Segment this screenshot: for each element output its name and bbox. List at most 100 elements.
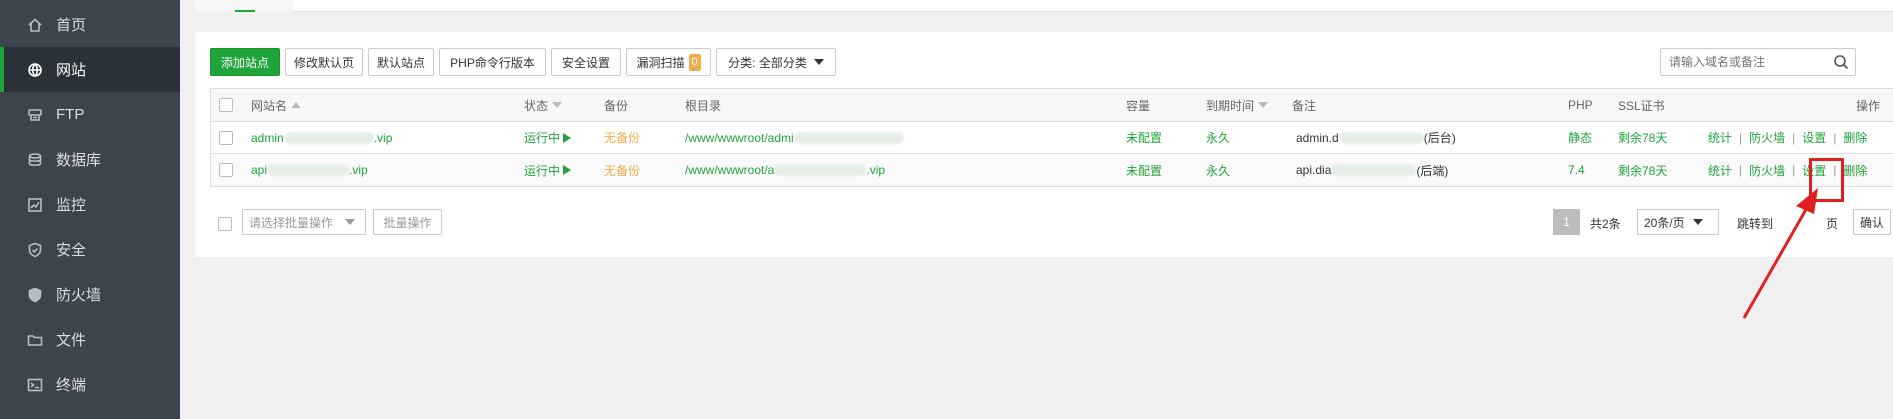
vuln-scan-button[interactable]: 漏洞扫描 0 [626, 48, 711, 76]
sidebar-item-terminal[interactable]: 终端 [0, 362, 180, 407]
site-name-prefix: api [251, 163, 268, 177]
play-icon [563, 132, 572, 143]
delete-link[interactable]: 删除 [1843, 129, 1867, 146]
header-note: 备注 [1292, 98, 1317, 113]
page-size-select[interactable]: 20条/页 [1637, 209, 1719, 235]
action-separator: | [1833, 130, 1837, 145]
php-version-link[interactable]: 静态 [1568, 122, 1592, 153]
sort-down-icon [1258, 102, 1269, 108]
firewall-link[interactable]: 防火墙 [1749, 162, 1785, 179]
sidebar-item-label: 数据库 [56, 152, 102, 169]
batch-operation-select[interactable]: 请选择批量操作 [242, 209, 366, 235]
action-separator: | [1739, 130, 1743, 145]
expire-link[interactable]: 永久 [1206, 122, 1230, 153]
header-ssl: SSL证书 [1618, 98, 1665, 113]
add-site-button[interactable]: 添加站点 [210, 48, 280, 76]
expire-link[interactable]: 永久 [1206, 154, 1230, 186]
firewall-icon [26, 286, 44, 304]
footer-select-all-checkbox[interactable] [218, 217, 232, 231]
sidebar-item-label: 防火墙 [56, 287, 102, 304]
status-toggle[interactable]: 运行中 [524, 122, 572, 153]
total-count: 共2条 [1590, 217, 1621, 231]
ftp-icon [26, 106, 44, 124]
php-version-link[interactable]: 7.4 [1568, 154, 1585, 186]
ssl-link[interactable]: 剩余78天 [1618, 154, 1667, 186]
edit-default-page-button[interactable]: 修改默认页 [285, 48, 363, 76]
sidebar-item-monitor[interactable]: 监控 [0, 182, 180, 227]
status-toggle[interactable]: 运行中 [524, 154, 572, 186]
header-status[interactable]: 状态 [524, 89, 563, 121]
backup-link[interactable]: 无备份 [604, 154, 640, 186]
root-path-suffix: .vip [866, 163, 886, 177]
shield-icon [26, 241, 44, 259]
header-name[interactable]: 网站名 [251, 89, 302, 121]
security-settings-button[interactable]: 安全设置 [551, 48, 621, 76]
quota-link[interactable]: 未配置 [1126, 122, 1162, 153]
site-name-link[interactable]: admin .vip [251, 122, 392, 153]
ssl-link[interactable]: 剩余78天 [1618, 122, 1667, 153]
row-checkbox[interactable] [219, 130, 233, 145]
sidebar-item-label: 首页 [56, 17, 87, 34]
redacted-blur [1338, 131, 1424, 144]
redacted-blur [1331, 164, 1417, 176]
search-icon[interactable] [1833, 54, 1849, 70]
default-site-button[interactable]: 默认站点 [368, 48, 434, 76]
delete-link[interactable]: 删除 [1843, 162, 1867, 179]
main-panel: 添加站点 修改默认页 默认站点 PHP命令行版本 安全设置 漏洞扫描 0 分类:… [195, 32, 1893, 257]
header-expire[interactable]: 到期时间 [1206, 89, 1269, 121]
sidebar-item-ftp[interactable]: FTP [0, 92, 180, 137]
stats-link[interactable]: 统计 [1708, 129, 1732, 146]
php-cli-version-button[interactable]: PHP命令行版本 [439, 48, 546, 76]
sidebar-item-firewall[interactable]: 防火墙 [0, 272, 180, 317]
quota-link[interactable]: 未配置 [1126, 154, 1162, 186]
sidebar-item-label: 监控 [56, 197, 87, 214]
row-checkbox[interactable] [219, 163, 233, 177]
header-backup: 备份 [604, 98, 629, 113]
jump-page-input[interactable] [1787, 209, 1807, 235]
tab-active-indicator [235, 10, 255, 12]
site-name-link[interactable]: api .vip [251, 154, 368, 186]
pagination-current-page[interactable]: 1 [1553, 209, 1580, 235]
sidebar-item-label: 网站 [56, 62, 87, 79]
select-all-checkbox[interactable] [219, 98, 233, 112]
redacted-blur [774, 164, 867, 176]
root-path-link[interactable]: /www/wwwroot/admi [685, 122, 904, 153]
firewall-link[interactable]: 防火墙 [1749, 129, 1785, 146]
backup-link[interactable]: 无备份 [604, 122, 640, 153]
sidebar-item-files[interactable]: 文件 [0, 317, 180, 362]
settings-link[interactable]: 设置 [1802, 129, 1826, 146]
vuln-count-badge: 0 [688, 53, 701, 71]
action-separator: | [1792, 130, 1796, 145]
tab-bar [195, 0, 1893, 12]
sites-table: 网站名 状态 备份 根目录 容量 到期时间 备注 PHP SSL证书 操作 ad… [210, 88, 1893, 187]
highlight-box [1809, 158, 1844, 202]
note-suffix: (后台) [1423, 131, 1456, 145]
note-text[interactable]: admin.d (后台) [1296, 122, 1456, 153]
sidebar-item-label: 终端 [56, 377, 87, 394]
jump-to-label: 跳转到 [1737, 217, 1774, 231]
sort-down-icon [552, 102, 563, 108]
confirm-jump-button[interactable]: 确认 [1853, 209, 1891, 235]
category-label: 分类: 全部分类 [728, 55, 807, 70]
header-root: 根目录 [685, 98, 722, 113]
status-label: 运行中 [524, 163, 561, 178]
batch-operation-button[interactable]: 批量操作 [373, 209, 442, 235]
site-name-suffix: .vip [373, 130, 393, 145]
sidebar-item-website[interactable]: 网站 [0, 47, 180, 92]
select-all-checkbox-cell [219, 89, 233, 121]
category-dropdown[interactable]: 分类: 全部分类 [716, 48, 836, 76]
root-path-prefix: /www/wwwroot/a [685, 163, 775, 177]
table-row: api .vip 运行中 无备份 /www/wwwroot/a .vip 未配置 永… [211, 154, 1893, 186]
sidebar-item-database[interactable]: 数据库 [0, 137, 180, 182]
root-path-link[interactable]: /www/wwwroot/a .vip [685, 154, 885, 186]
search-input[interactable] [1661, 49, 1826, 75]
database-icon [26, 151, 44, 169]
note-text[interactable]: api.dia (后端) [1296, 154, 1448, 186]
stats-link[interactable]: 统计 [1708, 162, 1732, 179]
sidebar-item-security[interactable]: 安全 [0, 227, 180, 272]
sidebar-item-home[interactable]: 首页 [0, 2, 180, 47]
folder-icon [26, 331, 44, 349]
action-separator: | [1792, 163, 1796, 177]
site-name-suffix: .vip [349, 163, 368, 177]
note-suffix: (后端) [1416, 163, 1449, 178]
